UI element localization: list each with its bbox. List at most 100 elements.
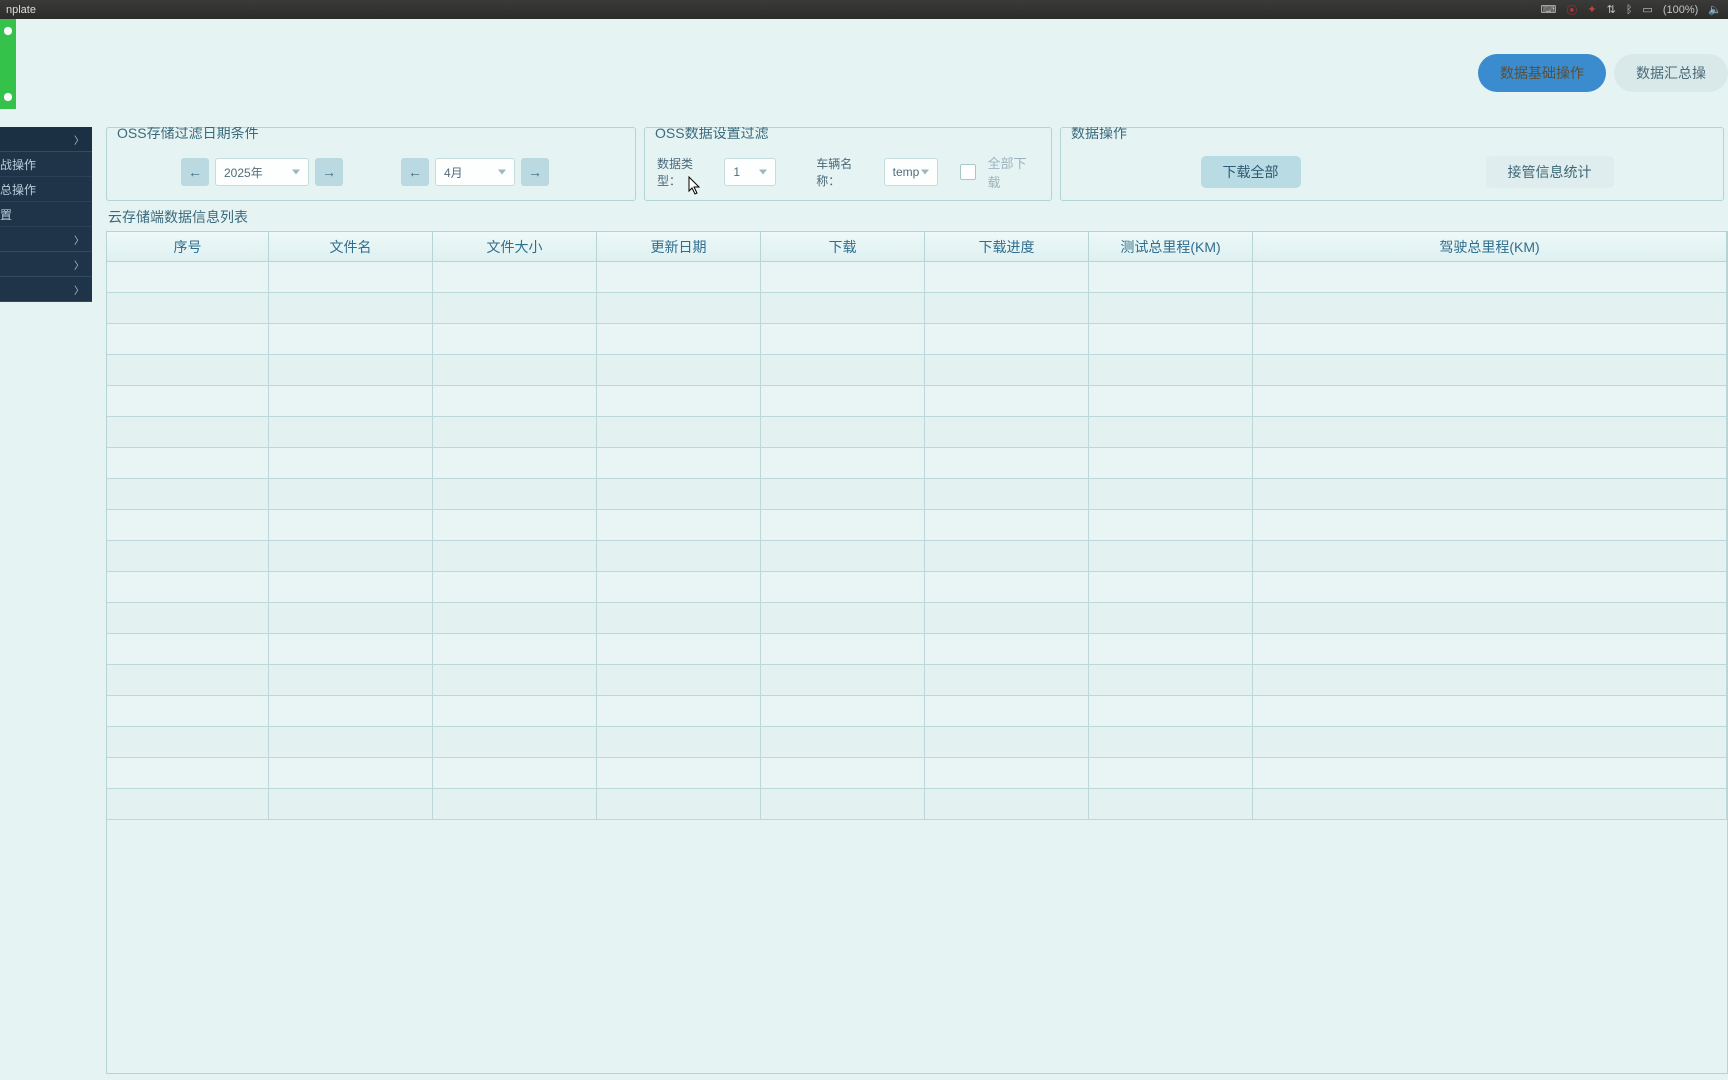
year-prev-button[interactable]: ←: [181, 158, 209, 186]
month-prev-button[interactable]: ←: [401, 158, 429, 186]
table-cell: [1253, 293, 1727, 324]
table-cell: [1089, 262, 1253, 293]
table-cell: [433, 417, 597, 448]
sidebar-item-1[interactable]: 战操作: [0, 152, 92, 177]
table-row: [107, 479, 1727, 510]
table-cell: [269, 386, 433, 417]
sound-icon: 🔈: [1708, 3, 1722, 16]
arrow-right-icon: →: [322, 164, 336, 180]
arrow-left-icon: ←: [408, 164, 422, 180]
table-row: [107, 727, 1727, 758]
table-cell: [433, 324, 597, 355]
table-cell: [1253, 417, 1727, 448]
table-cell: [761, 758, 925, 789]
sidebar-group-expanded[interactable]: 〉: [0, 127, 92, 152]
table-cell: [761, 634, 925, 665]
table-cell: [761, 510, 925, 541]
th-update-date: 更新日期: [597, 232, 761, 262]
table-cell: [597, 479, 761, 510]
table-cell: [107, 355, 269, 386]
month-select[interactable]: 4月: [435, 158, 515, 186]
table-cell: [761, 789, 925, 820]
download-all-button[interactable]: 下载全部: [1201, 156, 1301, 188]
download-all-checkbox[interactable]: [960, 164, 976, 180]
sidebar-item-2[interactable]: 总操作: [0, 177, 92, 202]
table-cell: [269, 293, 433, 324]
table-cell: [925, 541, 1089, 572]
table-cell: [1089, 293, 1253, 324]
table-cell: [597, 541, 761, 572]
table-cell: [597, 696, 761, 727]
table-cell: [1253, 727, 1727, 758]
table-cell: [925, 293, 1089, 324]
header-row: 数据基础操作 数据汇总操: [0, 19, 1728, 127]
month-next-button[interactable]: →: [521, 158, 549, 186]
table-cell: [597, 386, 761, 417]
table-cell: [269, 479, 433, 510]
table-cell: [269, 572, 433, 603]
table-row: [107, 262, 1727, 293]
tab-basic-ops[interactable]: 数据基础操作: [1478, 54, 1606, 92]
table-cell: [925, 355, 1089, 386]
table-cell: [1089, 479, 1253, 510]
data-type-label: 数据类型：: [657, 155, 716, 189]
app-logo: [0, 19, 16, 109]
sidebar-group-collapsed-3[interactable]: 〉: [0, 277, 92, 302]
sidebar-item-label: 置: [0, 206, 12, 223]
table-cell: [269, 510, 433, 541]
table-cell: [433, 696, 597, 727]
table-cell: [433, 789, 597, 820]
table-cell: [1089, 324, 1253, 355]
download-all-label: 全部下载: [988, 153, 1040, 191]
table-cell: [925, 262, 1089, 293]
table-cell: [1253, 510, 1727, 541]
table-cell: [1253, 789, 1727, 820]
sidebar-item-3[interactable]: 置: [0, 202, 92, 227]
table-cell: [1089, 727, 1253, 758]
table-cell: [269, 789, 433, 820]
table-cell: [107, 541, 269, 572]
arrow-left-icon: ←: [188, 164, 202, 180]
takeover-stats-button[interactable]: 接管信息统计: [1486, 156, 1614, 188]
table-cell: [925, 510, 1089, 541]
table-cell: [107, 448, 269, 479]
table-cell: [761, 293, 925, 324]
panel-title: 数据操作: [1069, 127, 1129, 139]
panel-data-filter: OSS数据设置过滤 数据类型： 1 车辆名称： temp 全部下载: [644, 127, 1052, 201]
table-cell: [107, 727, 269, 758]
table-cell: [1089, 417, 1253, 448]
sidebar-group-collapsed-2[interactable]: 〉: [0, 252, 92, 277]
table-cell: [1089, 510, 1253, 541]
year-next-button[interactable]: →: [315, 158, 343, 186]
table-cell: [925, 789, 1089, 820]
sidebar-group-collapsed-1[interactable]: 〉: [0, 227, 92, 252]
table-cell: [1089, 541, 1253, 572]
table-cell: [433, 293, 597, 324]
table-cell: [597, 758, 761, 789]
table-cell: [597, 293, 761, 324]
table-cell: [1089, 386, 1253, 417]
table-cell: [107, 479, 269, 510]
table-cell: [107, 696, 269, 727]
main-content: OSS存储过滤日期条件 ← 2025年 →: [92, 127, 1728, 1080]
table-cell: [597, 510, 761, 541]
table-row: [107, 386, 1727, 417]
table-cell: [761, 417, 925, 448]
table-cell: [597, 603, 761, 634]
table-cell: [107, 634, 269, 665]
th-seq: 序号: [107, 232, 269, 262]
table-cell: [925, 572, 1089, 603]
table-cell: [925, 479, 1089, 510]
battery-percent: (100%): [1663, 4, 1698, 16]
tab-summary-ops[interactable]: 数据汇总操: [1614, 54, 1728, 92]
table-cell: [597, 324, 761, 355]
year-select[interactable]: 2025年: [215, 158, 309, 186]
table-cell: [597, 355, 761, 386]
table-cell: [1089, 634, 1253, 665]
vehicle-select[interactable]: temp: [884, 158, 938, 186]
data-type-value: 1: [733, 165, 740, 179]
data-type-select[interactable]: 1: [724, 158, 776, 186]
window-title: nplate: [6, 4, 1540, 16]
vehicle-label: 车辆名称：: [816, 155, 875, 189]
th-filesize: 文件大小: [433, 232, 597, 262]
